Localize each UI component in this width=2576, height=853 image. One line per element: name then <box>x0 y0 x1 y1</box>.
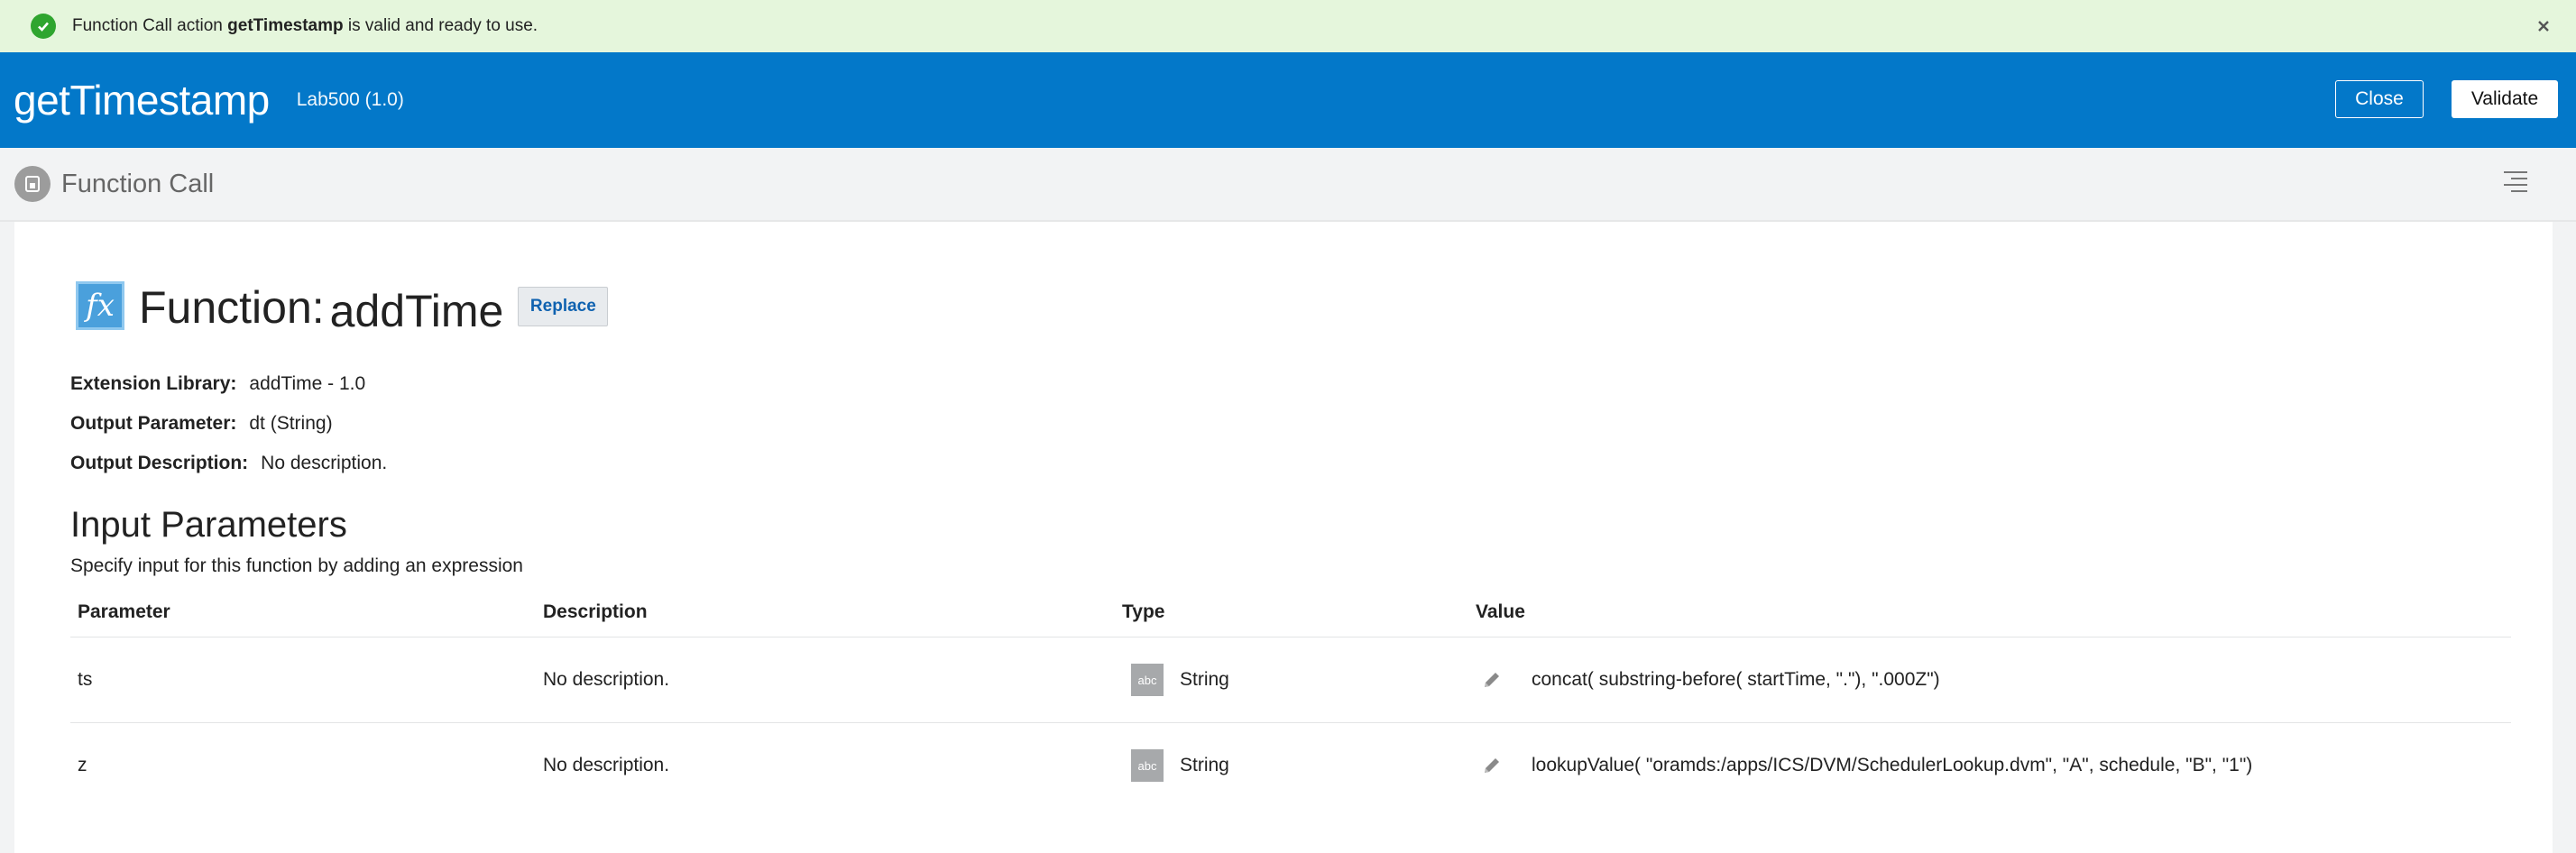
function-name: addTime <box>329 286 504 336</box>
function-details-panel: fx Function: addTime Replace Extension L… <box>14 222 2553 853</box>
column-header-value: Value <box>1476 601 1525 622</box>
notification-action-name: getTimestamp <box>227 16 344 35</box>
output-description-row: Output Description: No description. <box>70 453 387 474</box>
edit-expression-pencil-icon[interactable] <box>1481 668 1504 692</box>
description-cell: No description. <box>543 669 670 690</box>
description-cell: No description. <box>543 755 670 775</box>
type-cell: abc String <box>1131 723 1229 808</box>
string-type-icon: abc <box>1131 664 1164 696</box>
action-type-bar: Function Call <box>0 148 2576 222</box>
replace-button[interactable]: Replace <box>518 287 609 326</box>
extension-library-label: Extension Library: <box>70 373 237 394</box>
value-cell: concat( substring-before( startTime, "."… <box>1477 637 1940 722</box>
list-menu-icon[interactable] <box>2504 168 2531 195</box>
parameter-cell: z <box>78 755 87 775</box>
fx-icon: fx <box>76 281 124 330</box>
value-cell: lookupValue( "oramds:/apps/ICS/DVM/Sched… <box>1477 723 2252 808</box>
string-type-icon: abc <box>1131 749 1164 782</box>
table-row: ts No description. abc String concat( su… <box>70 637 2511 722</box>
success-notification: Function Call action getTimestamp is val… <box>0 0 2576 52</box>
integration-version: Lab500 (1.0) <box>296 89 404 110</box>
dismiss-notification-close-icon[interactable] <box>2531 14 2556 39</box>
close-button[interactable]: Close <box>2335 80 2424 118</box>
column-header-description: Description <box>543 601 648 622</box>
function-heading: fx Function: addTime Replace <box>76 281 609 336</box>
extension-library-value: addTime - 1.0 <box>249 373 366 394</box>
output-description-value: No description. <box>261 453 388 473</box>
input-parameters-heading: Input Parameters <box>70 505 347 545</box>
output-parameter-value: dt (String) <box>249 413 333 434</box>
table-row: z No description. abc String lookupValue… <box>70 723 2511 808</box>
notification-prefix: Function Call action <box>72 16 223 35</box>
notification-suffix: is valid and ready to use. <box>347 16 538 35</box>
function-call-icon <box>14 166 51 202</box>
validate-button[interactable]: Validate <box>2452 80 2558 118</box>
parameter-cell: ts <box>78 669 93 690</box>
output-parameter-row: Output Parameter: dt (String) <box>70 413 333 435</box>
page-title: getTimestamp <box>14 77 270 124</box>
expression-value: lookupValue( "oramds:/apps/ICS/DVM/Sched… <box>1532 755 2253 775</box>
function-label: Function: <box>139 282 325 333</box>
output-description-label: Output Description: <box>70 453 249 473</box>
edit-expression-pencil-icon[interactable] <box>1481 754 1504 777</box>
expression-value: concat( substring-before( startTime, "."… <box>1532 669 1940 690</box>
output-parameter-label: Output Parameter: <box>70 413 237 434</box>
check-circle-icon <box>31 14 56 39</box>
column-header-parameter: Parameter <box>78 601 170 622</box>
input-parameters-hint: Specify input for this function by addin… <box>70 555 523 576</box>
type-cell: abc String <box>1131 637 1229 722</box>
type-label: String <box>1180 755 1229 775</box>
type-label: String <box>1180 669 1229 690</box>
action-type-label: Function Call <box>61 169 215 198</box>
page-header: getTimestamp Lab500 (1.0) Close Validate <box>0 52 2576 148</box>
extension-library-row: Extension Library: addTime - 1.0 <box>70 373 365 395</box>
column-header-type: Type <box>1122 601 1165 622</box>
notification-message: Function Call action getTimestamp is val… <box>72 16 538 36</box>
